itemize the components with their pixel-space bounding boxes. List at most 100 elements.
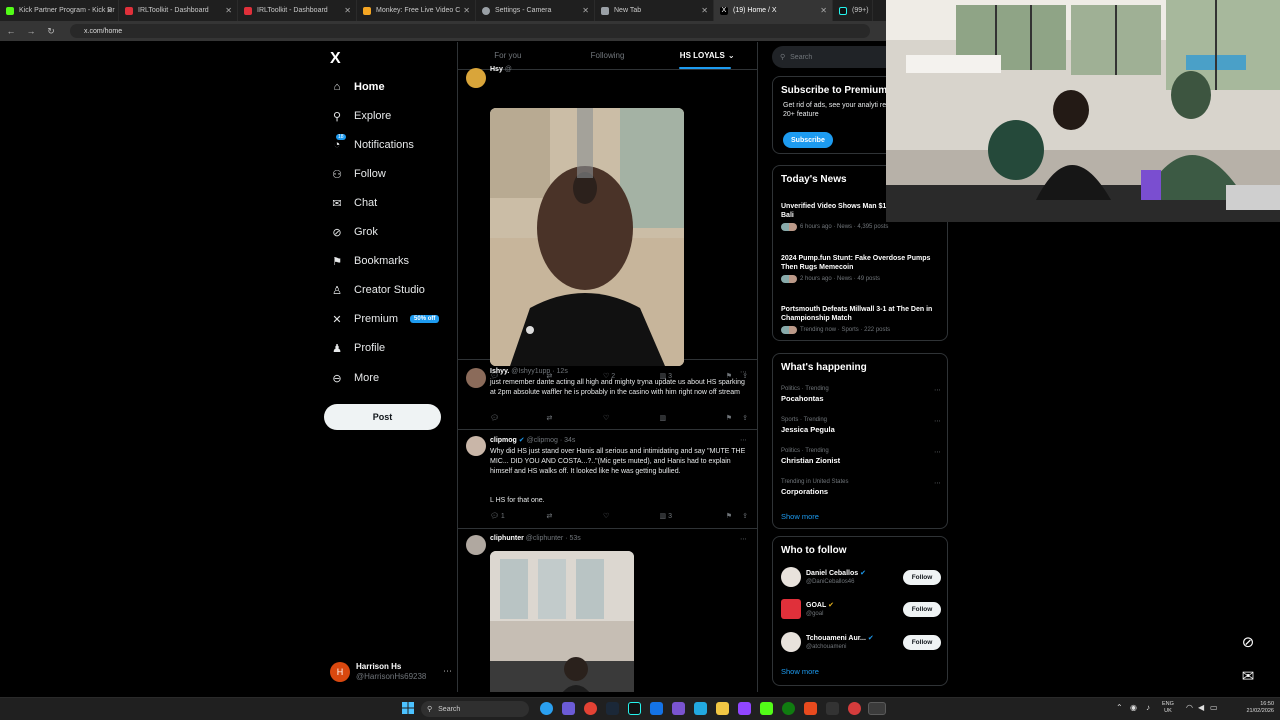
tweet[interactable]: Hsy @ 💬︎ ⇄ ♡ 2 ▥ 3 ⚑ ⇪ bbox=[458, 66, 757, 380]
app-icon[interactable] bbox=[848, 702, 861, 715]
news-item[interactable]: 2024 Pump.fun Stunt: Fake Overdose Pumps… bbox=[781, 254, 941, 283]
browser-tab[interactable]: Monkey: Free Live Video C ✕ bbox=[357, 0, 476, 21]
nav-item-creator-studio[interactable]: ♙ Creator Studio bbox=[330, 279, 425, 301]
tab-hs-loyals[interactable]: HS LOYALS ⌄ bbox=[657, 42, 757, 69]
app-icon[interactable] bbox=[584, 702, 597, 715]
avatar[interactable] bbox=[466, 368, 486, 388]
nav-item-explore[interactable]: ⚲ Explore bbox=[330, 105, 391, 127]
nav-item-bookmarks[interactable]: ⚑ Bookmarks bbox=[330, 250, 409, 272]
browser-tab[interactable]: Settings - Camera ✕ bbox=[476, 0, 595, 21]
tweet-author[interactable]: clipmog bbox=[490, 437, 517, 444]
follow-button[interactable]: Follow bbox=[903, 602, 941, 617]
show-more-link[interactable]: Show more bbox=[781, 667, 819, 676]
app-icon[interactable] bbox=[694, 702, 707, 715]
more-dots-icon[interactable]: ⋯ bbox=[740, 368, 747, 376]
language-indicator[interactable]: ENG UK bbox=[1162, 701, 1174, 715]
browser-tab[interactable]: IRLToolkit - Dashboard ✕ bbox=[119, 0, 238, 21]
nav-item-home[interactable]: ⌂ Home bbox=[330, 76, 385, 98]
tweet[interactable]: cliphunter @cliphunter · 53s ⋯ bbox=[458, 529, 757, 692]
avatar[interactable] bbox=[781, 632, 801, 652]
wifi-icon[interactable]: ◠ bbox=[1186, 703, 1193, 712]
browser-tab[interactable]: New Tab ✕ bbox=[595, 0, 714, 21]
nav-item-follow[interactable]: ⚇ Follow bbox=[330, 163, 386, 185]
more-dots-icon[interactable]: ⋯ bbox=[934, 386, 941, 394]
follow-button[interactable]: Follow bbox=[903, 570, 941, 585]
share-icon[interactable]: ⇪ bbox=[732, 414, 748, 424]
tweet-video[interactable] bbox=[490, 108, 684, 366]
news-item[interactable]: Portsmouth Defeats Millwall 3-1 at The D… bbox=[781, 305, 941, 334]
url-field[interactable]: x.com/home bbox=[70, 24, 870, 38]
follow-suggestion[interactable]: GOAL ✔ @goal Follow bbox=[781, 599, 941, 621]
windows-start-icon[interactable] bbox=[402, 702, 414, 714]
views-icon[interactable]: ▥ 3 bbox=[660, 512, 717, 522]
grok-float-icon[interactable]: ⊘ bbox=[1236, 630, 1260, 654]
kick-app-icon[interactable] bbox=[760, 702, 773, 715]
avatar[interactable] bbox=[781, 599, 801, 619]
tray-app-icon[interactable]: ◉ bbox=[1130, 703, 1137, 712]
tweet-author[interactable]: Ishyy. bbox=[490, 368, 509, 375]
account-switcher[interactable]: H Harrison Hs @HarrisonHs69238 ⋯ bbox=[330, 662, 452, 682]
more-dots-icon[interactable]: ⋯ bbox=[934, 448, 941, 456]
tweet-author[interactable]: Hsy bbox=[490, 66, 503, 73]
taskbar-search[interactable]: ⚲ Search bbox=[421, 701, 529, 717]
browser-tab[interactable]: IRLToolkit - Dashboard ✕ bbox=[238, 0, 357, 21]
close-icon[interactable]: ✕ bbox=[701, 6, 708, 15]
chevron-down-icon[interactable]: ⌄ bbox=[728, 51, 735, 60]
more-dots-icon[interactable]: ⋯ bbox=[740, 535, 747, 543]
subscribe-button[interactable]: Subscribe bbox=[783, 132, 833, 148]
nav-item-notifications[interactable]: ◔ 18 Notifications bbox=[330, 134, 414, 156]
repost-icon[interactable]: ⇄ bbox=[547, 512, 604, 522]
x-logo-icon[interactable]: X bbox=[330, 50, 341, 68]
share-icon[interactable]: ⇪ bbox=[732, 512, 748, 522]
volume-icon[interactable]: ◀ bbox=[1198, 703, 1204, 712]
close-icon[interactable]: ✕ bbox=[225, 6, 232, 15]
trend-item[interactable]: Trending in United States Corporations ⋯ bbox=[781, 479, 941, 496]
close-icon[interactable]: ✕ bbox=[582, 6, 589, 15]
edge-app-icon[interactable] bbox=[540, 702, 553, 715]
avatar[interactable] bbox=[466, 535, 486, 555]
forward-arrow-icon[interactable]: → bbox=[26, 26, 36, 36]
app-icon[interactable] bbox=[826, 702, 839, 715]
steam-app-icon[interactable] bbox=[606, 702, 619, 715]
tweet[interactable]: clipmog ✔ @clipmog · 34s ⋯ Why did HS ju… bbox=[458, 430, 757, 529]
clock[interactable]: 16:50 21/02/2026 bbox=[1246, 701, 1274, 715]
follow-suggestion[interactable]: Tchouameni Aur... ✔ @atchouameni Follow bbox=[781, 632, 941, 654]
close-icon[interactable]: ✕ bbox=[106, 6, 113, 15]
trend-item[interactable]: Sports · Trending Jessica Pegula ⋯ bbox=[781, 417, 941, 434]
chrome-app-icon-active[interactable] bbox=[868, 702, 886, 715]
nav-item-profile[interactable]: ♟ Profile bbox=[330, 337, 385, 359]
xbox-app-icon[interactable] bbox=[782, 702, 795, 715]
repost-icon[interactable]: ⇄ bbox=[547, 414, 604, 424]
nav-item-more[interactable]: ⊖ More bbox=[330, 367, 379, 389]
messages-float-icon[interactable]: ✉ bbox=[1236, 664, 1260, 688]
tab-following[interactable]: Following bbox=[558, 42, 658, 69]
trend-item[interactable]: Politics · Trending Pocahontas ⋯ bbox=[781, 386, 941, 403]
microphone-icon[interactable]: ♪ bbox=[1146, 703, 1150, 712]
tweet-video[interactable] bbox=[490, 551, 634, 692]
app-icon[interactable] bbox=[804, 702, 817, 715]
show-more-link[interactable]: Show more bbox=[781, 512, 819, 521]
chevron-up-icon[interactable]: ⌃ bbox=[1116, 703, 1123, 712]
close-icon[interactable]: ✕ bbox=[463, 6, 470, 15]
follow-suggestion[interactable]: Daniel Ceballos ✔ @DaniCeballos46 Follow bbox=[781, 567, 941, 589]
follow-button[interactable]: Follow bbox=[903, 635, 941, 650]
bookmark-icon[interactable]: ⚑ bbox=[716, 512, 732, 522]
app-icon[interactable] bbox=[650, 702, 663, 715]
tweet[interactable]: Ishyy. @Ishyy1upp · 12s ⋯ just remember … bbox=[458, 360, 757, 430]
bookmark-icon[interactable]: ⚑ bbox=[716, 414, 732, 424]
reply-icon[interactable]: 💬︎ 1 bbox=[490, 512, 547, 522]
nav-item-premium[interactable]: ✕ Premium 50% off bbox=[330, 308, 440, 330]
more-dots-icon[interactable]: ⋯ bbox=[934, 417, 941, 425]
trend-item[interactable]: Politics · Trending Christian Zionist ⋯ bbox=[781, 448, 941, 465]
avatar[interactable] bbox=[781, 567, 801, 587]
back-arrow-icon[interactable]: ← bbox=[6, 26, 16, 36]
more-dots-icon[interactable]: ⋯ bbox=[740, 436, 747, 444]
reply-icon[interactable]: 💬︎ bbox=[490, 414, 547, 424]
views-icon[interactable]: ▥ bbox=[660, 414, 717, 424]
close-icon[interactable]: ✕ bbox=[344, 6, 351, 15]
close-icon[interactable]: ✕ bbox=[820, 6, 827, 15]
avatar[interactable] bbox=[466, 68, 486, 88]
more-dots-icon[interactable]: ⋯ bbox=[443, 666, 452, 677]
app-icon[interactable] bbox=[562, 702, 575, 715]
nav-item-chat[interactable]: ✉ Chat bbox=[330, 192, 377, 214]
